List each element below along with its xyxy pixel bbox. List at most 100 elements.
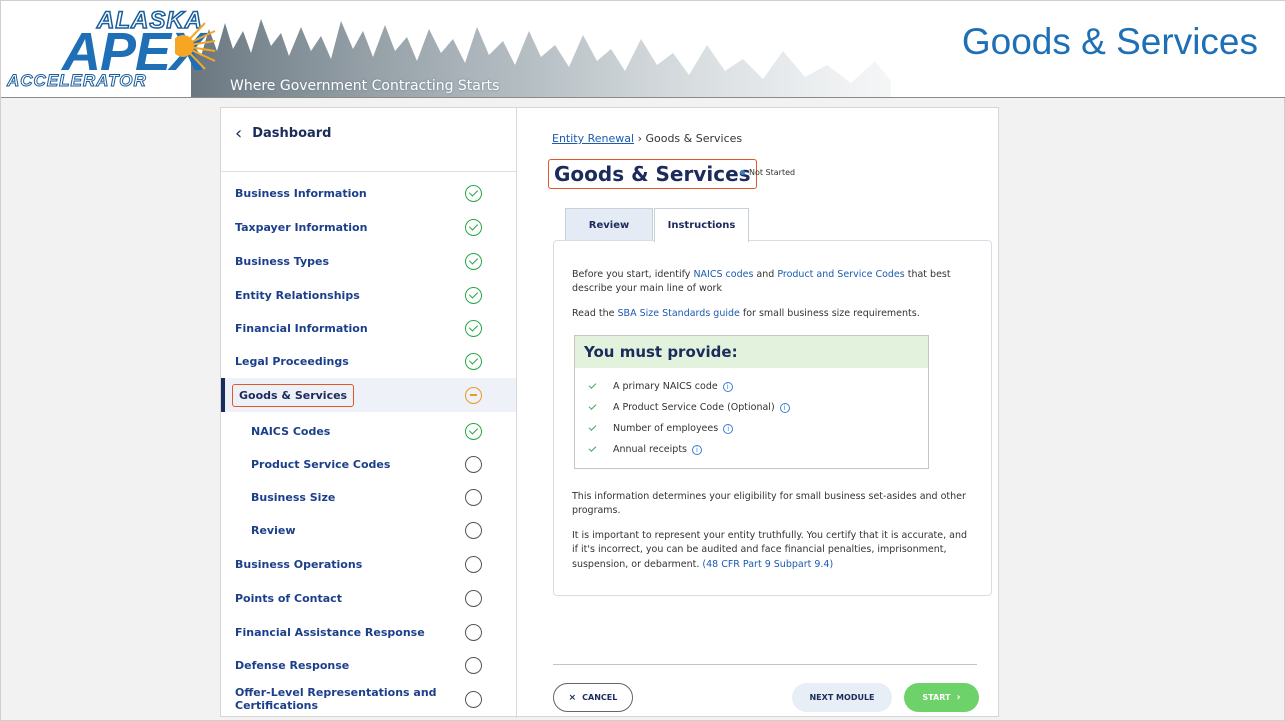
header-banner: ALASKA APEX ACCELERATOR Where Government… [1, 1, 1285, 98]
sidebar-item-points-of-contact[interactable]: Points of Contact [221, 581, 516, 615]
info-icon[interactable]: i [779, 402, 790, 413]
check-circle-icon [465, 218, 482, 236]
check-circle-icon [465, 319, 482, 337]
empty-circle-icon [465, 488, 482, 506]
requirement-label: Number of employees [613, 423, 719, 434]
cfr-link[interactable]: (48 CFR Part 9 Subpart 9.4) [702, 559, 833, 570]
close-icon: × [568, 692, 577, 703]
sidebar-item-label: Business Types [235, 254, 329, 268]
sidebar-item-business-information[interactable]: Business Information [221, 176, 516, 210]
check-circle-icon [465, 184, 482, 202]
check-circle-icon [465, 422, 482, 440]
sba-size-standards-link[interactable]: SBA Size Standards guide [618, 308, 740, 319]
sidebar-item-label: Business Information [235, 186, 367, 200]
start-button[interactable]: START › [904, 683, 979, 712]
sidebar-item-product-service-codes[interactable]: Product Service Codes [221, 447, 516, 481]
check-circle-icon [465, 252, 482, 270]
naics-codes-link[interactable]: NAICS codes [693, 269, 753, 280]
sidebar-item-entity-relationships[interactable]: Entity Relationships [221, 278, 516, 312]
certification-paragraph: It is important to represent your entity… [572, 529, 972, 572]
page-title: Goods & Services [548, 159, 757, 189]
requirement-label: A primary NAICS code [613, 381, 718, 392]
tab-review[interactable]: Review [565, 208, 653, 241]
main-content: Entity Renewal › Goods & Services Goods … [517, 108, 1000, 718]
intro-text: Before you start, identify [572, 269, 694, 280]
chevron-right-icon: › [956, 692, 961, 703]
divider [221, 171, 516, 172]
sidebar: ‹ Dashboard Business Information Taxpaye… [221, 108, 517, 718]
requirement-label: Annual receipts [613, 444, 687, 455]
check-icon [588, 444, 597, 452]
next-module-button[interactable]: NEXT MODULE [792, 683, 892, 712]
dashboard-label: Dashboard [252, 126, 332, 141]
check-circle-icon [465, 286, 482, 304]
sidebar-item-label: Financial Information [235, 321, 368, 335]
sidebar-item-label: Business Operations [235, 557, 363, 571]
status-label: Not Started [749, 168, 796, 177]
presentation-slide: ALASKA APEX ACCELERATOR Where Government… [0, 0, 1285, 721]
sidebar-item-defense-response[interactable]: Defense Response [221, 648, 516, 682]
info-icon[interactable]: i [692, 444, 702, 455]
requirement-item: Number of employees i [588, 423, 734, 434]
breadcrumb: Entity Renewal › Goods & Services [552, 132, 742, 145]
divider [553, 664, 977, 665]
tagline: Where Government Contracting Starts [230, 78, 500, 94]
requirement-item: A Product Service Code (Optional) i [588, 402, 790, 413]
requirement-label: A Product Service Code (Optional) [613, 402, 775, 413]
slide-title: Goods & Services [961, 21, 1258, 62]
sidebar-item-business-size[interactable]: Business Size [221, 480, 516, 514]
sidebar-item-label: Defense Response [235, 658, 350, 672]
breadcrumb-separator: › [637, 132, 642, 145]
sba-text: for small business size requirements. [739, 308, 920, 319]
dashboard-back-link[interactable]: ‹ Dashboard [235, 123, 332, 144]
empty-circle-icon [465, 623, 482, 641]
sidebar-item-label: Legal Proceedings [235, 354, 349, 368]
sba-text: Read the [572, 308, 618, 319]
product-service-codes-link[interactable]: Product and Service Codes [777, 269, 904, 280]
empty-circle-icon [465, 656, 482, 674]
intro-text: and [753, 269, 778, 280]
status-dot-icon [740, 170, 745, 175]
sidebar-item-naics-codes[interactable]: NAICS Codes [221, 414, 516, 448]
alaska-apex-logo: ALASKA APEX ACCELERATOR [7, 6, 237, 95]
empty-circle-icon [465, 555, 482, 573]
breadcrumb-current: Goods & Services [645, 132, 743, 145]
sidebar-item-financial-assistance-response[interactable]: Financial Assistance Response [221, 615, 516, 649]
app-screenshot: ‹ Dashboard Business Information Taxpaye… [220, 107, 1000, 718]
sidebar-item-taxpayer-information[interactable]: Taxpayer Information [221, 210, 516, 244]
sidebar-item-label: NAICS Codes [251, 424, 331, 438]
eligibility-paragraph: This information determines your eligibi… [572, 491, 966, 517]
empty-circle-icon [465, 455, 482, 473]
status-badge: Not Started [740, 168, 795, 177]
sun-icon [175, 22, 216, 70]
sidebar-item-label: Points of Contact [235, 591, 342, 605]
sidebar-item-label: Review [251, 523, 296, 537]
sidebar-item-label: Product Service Codes [251, 457, 391, 471]
check-icon [588, 402, 597, 410]
sidebar-item-review[interactable]: Review [221, 513, 516, 547]
sidebar-item-financial-information[interactable]: Financial Information [221, 311, 516, 345]
empty-circle-icon [465, 521, 482, 539]
requirements-heading: You must provide: [575, 336, 928, 368]
requirement-item: Annual receipts i [588, 444, 702, 455]
sidebar-item-label: Business Size [251, 490, 336, 504]
chevron-left-icon: ‹ [235, 123, 243, 144]
intro-paragraph: Before you start, identify NAICS codes a… [572, 268, 972, 297]
info-icon[interactable]: i [722, 381, 733, 392]
check-icon [588, 423, 597, 431]
sidebar-item-label: Taxpayer Information [235, 220, 368, 234]
sidebar-item-goods-and-services[interactable]: Goods & Services [221, 378, 516, 412]
tab-instructions[interactable]: Instructions [654, 208, 749, 242]
requirement-item: A primary NAICS code i [588, 381, 733, 392]
sidebar-item-offer-level-representations[interactable]: Offer-Level Representations and Certific… [221, 682, 516, 716]
info-icon[interactable]: i [723, 423, 734, 434]
breadcrumb-link-entity-renewal[interactable]: Entity Renewal [552, 132, 634, 145]
cancel-label: CANCEL [582, 693, 618, 702]
empty-circle-icon [465, 690, 482, 708]
sidebar-item-business-types[interactable]: Business Types [221, 244, 516, 278]
sidebar-item-business-operations[interactable]: Business Operations [221, 547, 516, 581]
logo-wordmark-bottom: ACCELERATOR [7, 71, 147, 91]
instructions-panel: Before you start, identify NAICS codes a… [553, 240, 992, 596]
cancel-button[interactable]: × CANCEL [553, 683, 633, 712]
sidebar-item-legal-proceedings[interactable]: Legal Proceedings [221, 344, 516, 378]
